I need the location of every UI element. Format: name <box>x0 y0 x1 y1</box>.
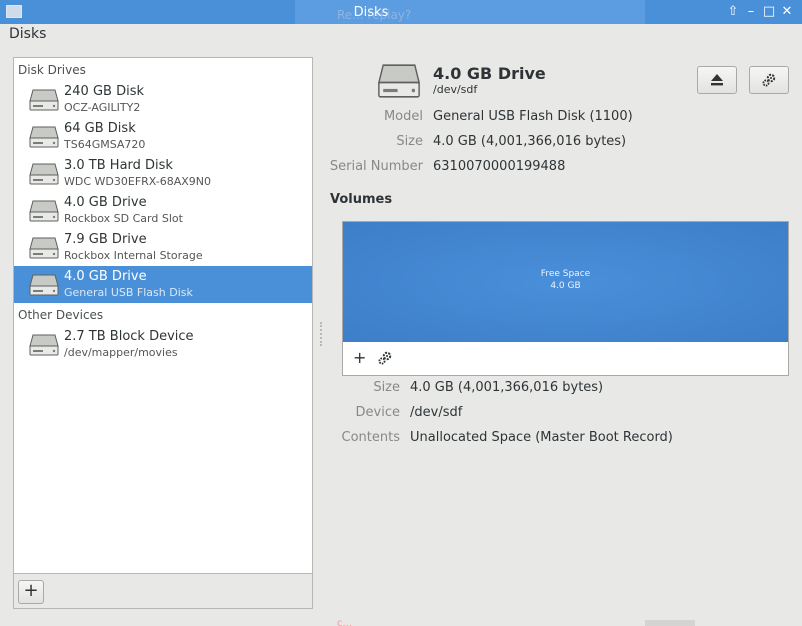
drive-icon <box>378 64 420 98</box>
sidebar-item-drive[interactable]: 3.0 TB Hard Disk WDC WD30EFRX-68AX9N0 <box>14 155 312 192</box>
eject-icon <box>711 74 723 86</box>
drive-name: 7.9 GB Drive <box>64 232 147 247</box>
sidebar-item-drive-selected[interactable]: 4.0 GB Drive General USB Flash Disk <box>14 266 312 303</box>
drive-name: 240 GB Disk <box>64 84 144 99</box>
drive-options-button[interactable] <box>749 66 789 94</box>
drive-model: TS64GMSA720 <box>64 138 146 151</box>
drive-icon <box>29 200 59 222</box>
drive-model: General USB Flash Disk <box>64 286 193 299</box>
sidebar-toolbar: + <box>14 573 312 608</box>
volume-size-label: Size <box>373 380 400 395</box>
window-title: Disks <box>353 5 389 20</box>
drive-icon <box>29 237 59 259</box>
size-label: Size <box>396 134 423 149</box>
other-devices-header: Other Devices <box>18 308 104 322</box>
serial-number-label: Serial Number <box>329 159 423 174</box>
volumes-heading: Volumes <box>330 192 393 207</box>
volume-device-value: /dev/sdf <box>410 405 463 420</box>
size-value: 4.0 GB (4,001,366,016 bytes) <box>433 134 627 149</box>
sidebar-item-drive[interactable]: 64 GB Disk TS64GMSA720 <box>14 118 312 155</box>
ssd-icon <box>29 126 59 148</box>
volume-size: 4.0 GB <box>550 281 581 291</box>
volume-contents-value: Unallocated Space (Master Boot Record) <box>410 430 673 445</box>
serial-number-value: 6310070000199488 <box>433 159 566 174</box>
background-window-edge <box>645 620 695 626</box>
volume-free-space[interactable]: Free Space 4.0 GB <box>343 222 788 342</box>
ssd-icon <box>29 89 59 111</box>
drive-name: 4.0 GB Drive <box>64 269 147 284</box>
drives-sidebar: Disk Drives 240 GB Disk OCZ-AGILITY2 64 … <box>13 57 313 609</box>
drive-model: OCZ-AGILITY2 <box>64 101 141 114</box>
drive-device-path: /dev/sdf <box>433 83 478 96</box>
drive-model: Rockbox Internal Storage <box>64 249 203 262</box>
maximize-icon[interactable]: □ <box>761 4 777 20</box>
eject-button[interactable] <box>697 66 737 94</box>
drive-name: 4.0 GB Drive <box>64 195 147 210</box>
drive-icon <box>29 274 59 296</box>
create-partition-button[interactable]: + <box>353 348 366 367</box>
pane-resize-handle[interactable] <box>320 322 322 346</box>
background-window-text: c... <box>337 618 353 626</box>
close-icon[interactable]: ✕ <box>779 4 795 20</box>
drive-name: 2.7 TB Block Device <box>64 329 194 344</box>
partition-options-button[interactable] <box>377 350 393 370</box>
block-device-icon <box>29 334 59 356</box>
sidebar-item-drive[interactable]: 7.9 GB Drive Rockbox Internal Storage <box>14 229 312 266</box>
disk-drives-header: Disk Drives <box>18 63 86 77</box>
volume-map: Free Space 4.0 GB + <box>342 221 789 376</box>
sidebar-item-block-device[interactable]: 2.7 TB Block Device /dev/mapper/movies <box>14 326 312 363</box>
sidebar-item-drive[interactable]: 240 GB Disk OCZ-AGILITY2 <box>14 81 312 118</box>
volume-device-label: Device <box>355 405 400 420</box>
sidebar-item-drive[interactable]: 4.0 GB Drive Rockbox SD Card Slot <box>14 192 312 229</box>
gears-icon <box>762 73 776 87</box>
add-disk-button[interactable]: + <box>18 580 44 604</box>
volume-contents-label: Contents <box>341 430 400 445</box>
drive-name: 3.0 TB Hard Disk <box>64 158 173 173</box>
gears-icon <box>378 351 392 365</box>
drive-model: WDC WD30EFRX-68AX9N0 <box>64 175 212 188</box>
volume-name: Free Space <box>540 269 591 279</box>
model-value: General USB Flash Disk (1100) <box>433 109 633 124</box>
volume-size-value: 4.0 GB (4,001,366,016 bytes) <box>410 380 604 395</box>
drive-model: Rockbox SD Card Slot <box>64 212 183 225</box>
minimize-icon[interactable]: – <box>743 4 759 20</box>
drive-name: 64 GB Disk <box>64 121 136 136</box>
model-label: Model <box>383 109 423 124</box>
app-title: Disks <box>9 26 47 42</box>
keep-above-icon[interactable]: ⇧ <box>725 4 741 20</box>
hard-disk-icon <box>29 163 59 185</box>
window-titlebar: Re... replay? Disks ⇧ – □ ✕ <box>0 0 802 24</box>
drive-title: 4.0 GB Drive <box>433 64 546 83</box>
drive-model: /dev/mapper/movies <box>64 346 178 359</box>
